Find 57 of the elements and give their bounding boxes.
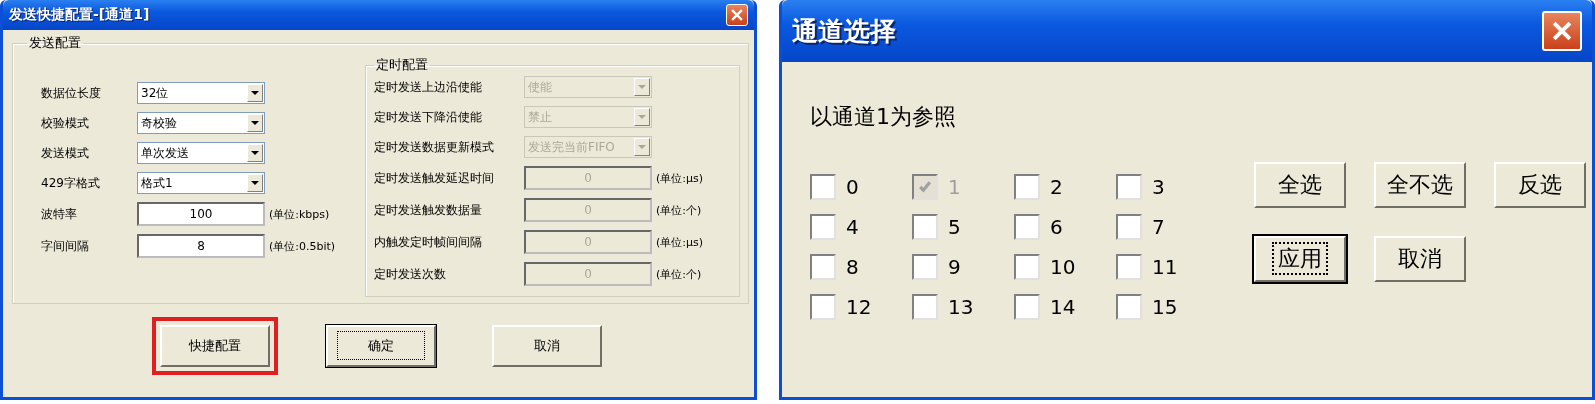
- field-label: 定时发送下降沿使能: [374, 108, 483, 126]
- channel-checkbox[interactable]: 3: [1116, 174, 1218, 200]
- channel-checkbox[interactable]: 13: [912, 294, 1014, 320]
- field-label: 定时发送触发数据量: [374, 201, 483, 219]
- unit-label: (单位:μs): [655, 234, 705, 250]
- window-title: 通道选择: [792, 14, 896, 48]
- field-label: 定时发送次数: [374, 265, 447, 283]
- field-label: 波特率: [41, 205, 78, 223]
- dialog-button[interactable]: 快捷配置: [160, 325, 270, 367]
- unit-label: (单位:个): [655, 266, 703, 282]
- field-label: 内触发定时帧间间隔: [374, 233, 483, 251]
- field-label: 校验模式: [41, 114, 90, 132]
- check-icon: [917, 179, 933, 195]
- channel-checkbox[interactable]: 15: [1116, 294, 1218, 320]
- channel-checkbox[interactable]: 4: [810, 214, 912, 240]
- dropdown[interactable]: 单次发送: [137, 142, 265, 164]
- field-label: 定时发送触发延迟时间: [374, 169, 495, 187]
- dialog-button[interactable]: 取消: [492, 325, 602, 367]
- channel-checkbox[interactable]: 6: [1014, 214, 1116, 240]
- channel-checkbox[interactable]: 2: [1014, 174, 1116, 200]
- field-label: 429字格式: [41, 174, 101, 192]
- close-button[interactable]: [1542, 11, 1582, 51]
- dropdown[interactable]: 格式1: [137, 172, 265, 194]
- group-title: 发送配置: [28, 34, 82, 52]
- dialog-button[interactable]: 应用: [1254, 236, 1346, 282]
- channel-checkbox[interactable]: 14: [1014, 294, 1116, 320]
- reference-label: 以通道1为参照: [810, 103, 957, 131]
- channel-checkbox[interactable]: 8: [810, 254, 912, 280]
- unit-label: (单位:kbps): [268, 206, 331, 222]
- dropdown[interactable]: 奇校验: [137, 112, 265, 134]
- dialog-button[interactable]: 全选: [1254, 162, 1346, 208]
- close-icon: [729, 7, 745, 23]
- field-label: 定时发送数据更新模式: [374, 138, 495, 156]
- dropdown[interactable]: 32位: [137, 82, 265, 104]
- dialog-button[interactable]: 确定: [326, 325, 436, 367]
- channel-checkbox[interactable]: 10: [1014, 254, 1116, 280]
- dialog-button[interactable]: 取消: [1374, 236, 1466, 282]
- channel-checkbox[interactable]: 12: [810, 294, 912, 320]
- field-label: 字间间隔: [41, 237, 90, 255]
- unit-label: (单位:个): [655, 202, 703, 218]
- close-button[interactable]: [726, 4, 748, 26]
- unit-label: (单位:μs): [655, 170, 705, 186]
- channel-checkbox[interactable]: 7: [1116, 214, 1218, 240]
- window-title: 发送快捷配置-[通道1]: [9, 6, 150, 24]
- channel-checkbox[interactable]: 11: [1116, 254, 1218, 280]
- channel-checkbox[interactable]: 9: [912, 254, 1014, 280]
- unit-label: (单位:0.5bit): [268, 238, 337, 254]
- channel-checkbox[interactable]: 5: [912, 214, 1014, 240]
- input-field[interactable]: 8: [137, 234, 265, 258]
- channel-checkbox[interactable]: 0: [810, 174, 912, 200]
- input-field[interactable]: 100: [137, 202, 265, 226]
- field-label: 定时发送上边沿使能: [374, 78, 483, 96]
- field-label: 数据位长度: [41, 84, 102, 102]
- group-title: 定时配置: [375, 56, 429, 74]
- dialog-button[interactable]: 反选: [1494, 162, 1586, 208]
- dialog-button[interactable]: 全不选: [1374, 162, 1466, 208]
- field-label: 发送模式: [41, 144, 90, 162]
